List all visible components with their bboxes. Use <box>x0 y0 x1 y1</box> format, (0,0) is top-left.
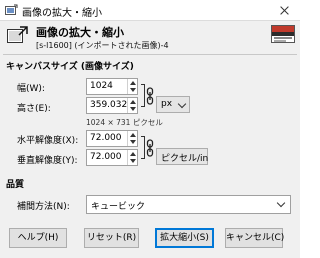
chevron-down-icon <box>276 198 286 208</box>
height-input[interactable]: 359.032 <box>86 97 138 114</box>
y-resolution-spinner-arrows[interactable] <box>127 150 137 165</box>
image-thumbnail <box>271 25 295 43</box>
close-button[interactable] <box>268 0 300 21</box>
size-link-bracket <box>141 84 145 107</box>
width-label: 幅(W): <box>17 84 45 94</box>
scale-button[interactable]: 拡大縮小(S) <box>155 228 214 248</box>
resolution-unit-select[interactable]: ピクセル/in <box>156 148 208 165</box>
dialog-header: 画像の拡大・縮小 [s-l1600] (インポートされた画像)-4 <box>0 21 300 53</box>
image-name: [s-l1600] (インポートされた画像)-4 <box>36 41 169 50</box>
height-spinner-arrows[interactable] <box>127 98 137 113</box>
x-resolution-value: 72.000 <box>90 133 122 143</box>
width-value: 1024 <box>90 81 113 91</box>
scale-image-icon <box>7 26 28 43</box>
resolution-chain-link-icon[interactable] <box>146 139 154 157</box>
y-resolution-input[interactable]: 72.000 <box>86 149 138 166</box>
height-label: 高さ(E): <box>17 104 51 114</box>
reset-button[interactable]: リセット(R) <box>84 228 139 248</box>
quality-section-title: 品質 <box>6 180 25 190</box>
width-spinner-arrows[interactable] <box>127 79 137 94</box>
interpolation-select[interactable]: キュービック <box>86 195 291 214</box>
unit-value: px <box>161 99 173 109</box>
scale-image-dialog: 画像の拡大・縮小 画像の拡大・縮小 [s-l1600] (インポートされた画像)… <box>0 0 300 258</box>
title-bar: 画像の拡大・縮小 <box>0 0 300 21</box>
interpolation-label: 補間方法(N): <box>17 202 70 212</box>
width-input[interactable]: 1024 <box>86 78 138 95</box>
chevron-down-icon <box>177 99 187 109</box>
interpolation-value: キュービック <box>91 202 146 212</box>
window-title: 画像の拡大・縮小 <box>22 8 102 19</box>
unit-select[interactable]: px <box>156 96 190 113</box>
cancel-button[interactable]: キャンセル(C) <box>225 228 284 248</box>
canvas-size-section-title: キャンバスサイズ (画像サイズ) <box>6 62 134 72</box>
dialog-heading: 画像の拡大・縮小 <box>36 26 124 39</box>
resolution-link-bracket <box>141 136 145 159</box>
divider <box>3 54 297 55</box>
gimp-app-icon <box>5 4 18 15</box>
y-resolution-label: 垂直解像度(Y): <box>17 156 78 166</box>
x-resolution-label: 水平解像度(X): <box>17 136 79 146</box>
x-resolution-input[interactable]: 72.000 <box>86 130 138 147</box>
resolution-unit-value: ピクセル/in <box>161 154 209 164</box>
height-value: 359.032 <box>90 100 128 110</box>
help-button[interactable]: ヘルプ(H) <box>9 228 67 248</box>
x-resolution-spinner-arrows[interactable] <box>127 131 137 146</box>
chain-link-icon[interactable] <box>146 87 154 105</box>
pixel-size-info: 1024 × 731 ピクセル <box>86 118 163 127</box>
y-resolution-value: 72.000 <box>90 152 122 162</box>
